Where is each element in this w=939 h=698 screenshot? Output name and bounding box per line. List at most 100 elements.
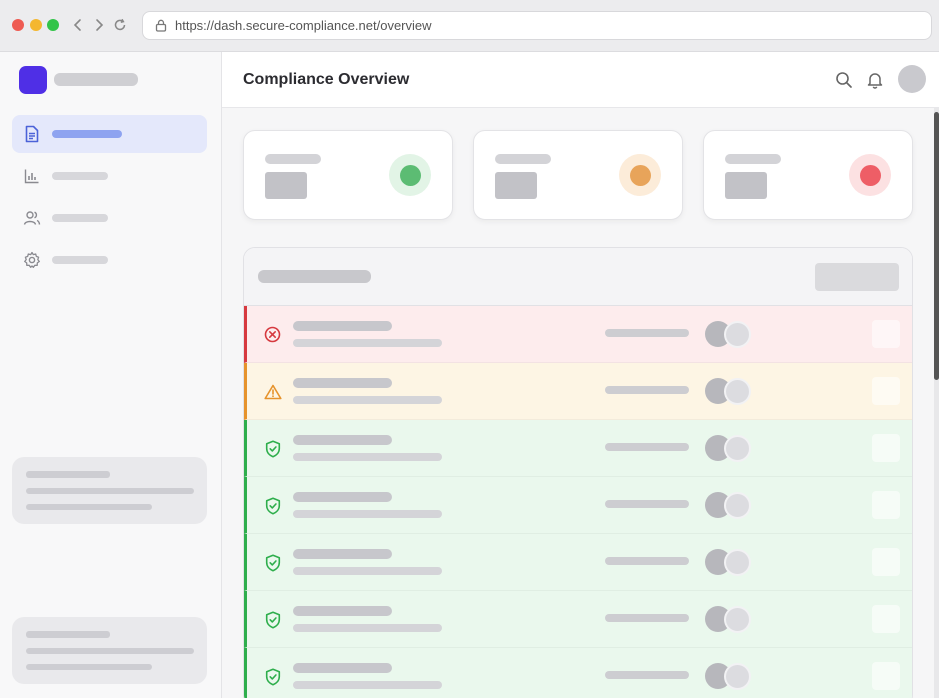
stat-label-placeholder bbox=[265, 154, 321, 164]
status-indicator-red bbox=[849, 154, 891, 196]
table-row[interactable] bbox=[244, 534, 912, 591]
stat-card-compliant[interactable] bbox=[243, 130, 453, 220]
stat-value-placeholder bbox=[725, 172, 767, 199]
row-action-button[interactable] bbox=[872, 491, 900, 519]
table-row[interactable] bbox=[244, 420, 912, 477]
assignee-avatar[interactable] bbox=[724, 321, 751, 348]
status-indicator-green bbox=[389, 154, 431, 196]
lock-icon bbox=[155, 19, 169, 33]
row-action-button[interactable] bbox=[872, 548, 900, 576]
sidebar-user-card[interactable] bbox=[12, 617, 207, 684]
shield-check-icon bbox=[263, 553, 282, 572]
row-action-button[interactable] bbox=[872, 605, 900, 633]
assignee-avatar[interactable] bbox=[724, 663, 751, 690]
close-window-button[interactable] bbox=[12, 19, 24, 31]
scrollbar-thumb[interactable] bbox=[934, 112, 939, 380]
row-subtitle-placeholder bbox=[293, 396, 442, 404]
row-meta-placeholder bbox=[605, 386, 689, 394]
table-row[interactable] bbox=[244, 306, 912, 363]
bar-chart-icon bbox=[23, 167, 41, 185]
panel-title-placeholder bbox=[258, 270, 371, 283]
app-logo[interactable] bbox=[19, 66, 47, 94]
row-meta-placeholder bbox=[605, 329, 689, 337]
vertical-scrollbar[interactable] bbox=[934, 108, 939, 698]
user-avatar[interactable] bbox=[898, 65, 926, 93]
row-meta-placeholder bbox=[605, 500, 689, 508]
row-action-button[interactable] bbox=[872, 662, 900, 690]
row-action-button[interactable] bbox=[872, 377, 900, 405]
url-text: https://dash.secure-compliance.net/overv… bbox=[175, 18, 432, 33]
stat-value-placeholder bbox=[495, 172, 537, 199]
nav-label-placeholder bbox=[52, 172, 108, 180]
sidebar-item-documents[interactable] bbox=[12, 115, 207, 153]
row-title-placeholder bbox=[293, 549, 392, 559]
row-title-placeholder bbox=[293, 321, 392, 331]
card-line-placeholder bbox=[26, 648, 194, 654]
row-meta-placeholder bbox=[605, 557, 689, 565]
address-bar[interactable]: https://dash.secure-compliance.net/overv… bbox=[142, 11, 932, 40]
stat-card-critical[interactable] bbox=[703, 130, 913, 220]
card-line-placeholder bbox=[26, 504, 152, 510]
minimize-window-button[interactable] bbox=[30, 19, 42, 31]
row-subtitle-placeholder bbox=[293, 339, 442, 347]
row-action-button[interactable] bbox=[872, 320, 900, 348]
shield-check-icon bbox=[263, 439, 282, 458]
table-row[interactable] bbox=[244, 591, 912, 648]
row-subtitle-placeholder bbox=[293, 681, 442, 689]
stat-card-warning[interactable] bbox=[473, 130, 683, 220]
nav-label-placeholder bbox=[52, 130, 122, 138]
card-line-placeholder bbox=[26, 488, 194, 494]
sidebar-item-reports[interactable] bbox=[12, 157, 207, 195]
row-action-button[interactable] bbox=[872, 434, 900, 462]
row-meta-placeholder bbox=[605, 671, 689, 679]
table-row[interactable] bbox=[244, 648, 912, 698]
row-title-placeholder bbox=[293, 378, 392, 388]
assignee-avatar[interactable] bbox=[724, 549, 751, 576]
table-row[interactable] bbox=[244, 477, 912, 534]
status-indicator-orange bbox=[619, 154, 661, 196]
users-icon bbox=[23, 209, 41, 227]
maximize-window-button[interactable] bbox=[47, 19, 59, 31]
row-title-placeholder bbox=[293, 435, 392, 445]
nav-label-placeholder bbox=[52, 256, 108, 264]
stat-label-placeholder bbox=[725, 154, 781, 164]
panel-header bbox=[244, 248, 912, 306]
card-line-placeholder bbox=[26, 631, 110, 638]
shield-check-icon bbox=[263, 667, 282, 686]
row-meta-placeholder bbox=[605, 614, 689, 622]
main-content: Compliance Overview bbox=[222, 52, 939, 698]
row-title-placeholder bbox=[293, 492, 392, 502]
panel-action-button[interactable] bbox=[815, 263, 899, 291]
row-subtitle-placeholder bbox=[293, 453, 442, 461]
warning-triangle-icon bbox=[263, 382, 282, 401]
page-title: Compliance Overview bbox=[243, 71, 410, 88]
sidebar-info-card[interactable] bbox=[12, 457, 207, 524]
row-title-placeholder bbox=[293, 606, 392, 616]
sidebar-item-settings[interactable] bbox=[12, 241, 207, 279]
shield-check-icon bbox=[263, 610, 282, 629]
sidebar-item-users[interactable] bbox=[12, 199, 207, 237]
page-header: Compliance Overview bbox=[222, 52, 939, 108]
row-meta-placeholder bbox=[605, 443, 689, 451]
stat-value-placeholder bbox=[265, 172, 307, 199]
assignee-avatar[interactable] bbox=[724, 435, 751, 462]
card-line-placeholder bbox=[26, 471, 110, 478]
row-subtitle-placeholder bbox=[293, 510, 442, 518]
row-subtitle-placeholder bbox=[293, 567, 442, 575]
search-icon[interactable] bbox=[833, 69, 855, 91]
gear-icon bbox=[23, 251, 41, 269]
bell-icon[interactable] bbox=[864, 69, 886, 91]
compliance-checks-panel bbox=[243, 247, 913, 698]
assignee-avatar[interactable] bbox=[724, 606, 751, 633]
reload-icon[interactable] bbox=[111, 15, 129, 35]
assignee-avatar[interactable] bbox=[724, 378, 751, 405]
table-row[interactable] bbox=[244, 363, 912, 420]
forward-icon[interactable] bbox=[90, 15, 108, 35]
assignee-avatar[interactable] bbox=[724, 492, 751, 519]
stat-label-placeholder bbox=[495, 154, 551, 164]
back-icon[interactable] bbox=[69, 15, 87, 35]
nav-label-placeholder bbox=[52, 214, 108, 222]
card-line-placeholder bbox=[26, 664, 152, 670]
browser-chrome: https://dash.secure-compliance.net/overv… bbox=[0, 0, 939, 52]
row-subtitle-placeholder bbox=[293, 624, 442, 632]
